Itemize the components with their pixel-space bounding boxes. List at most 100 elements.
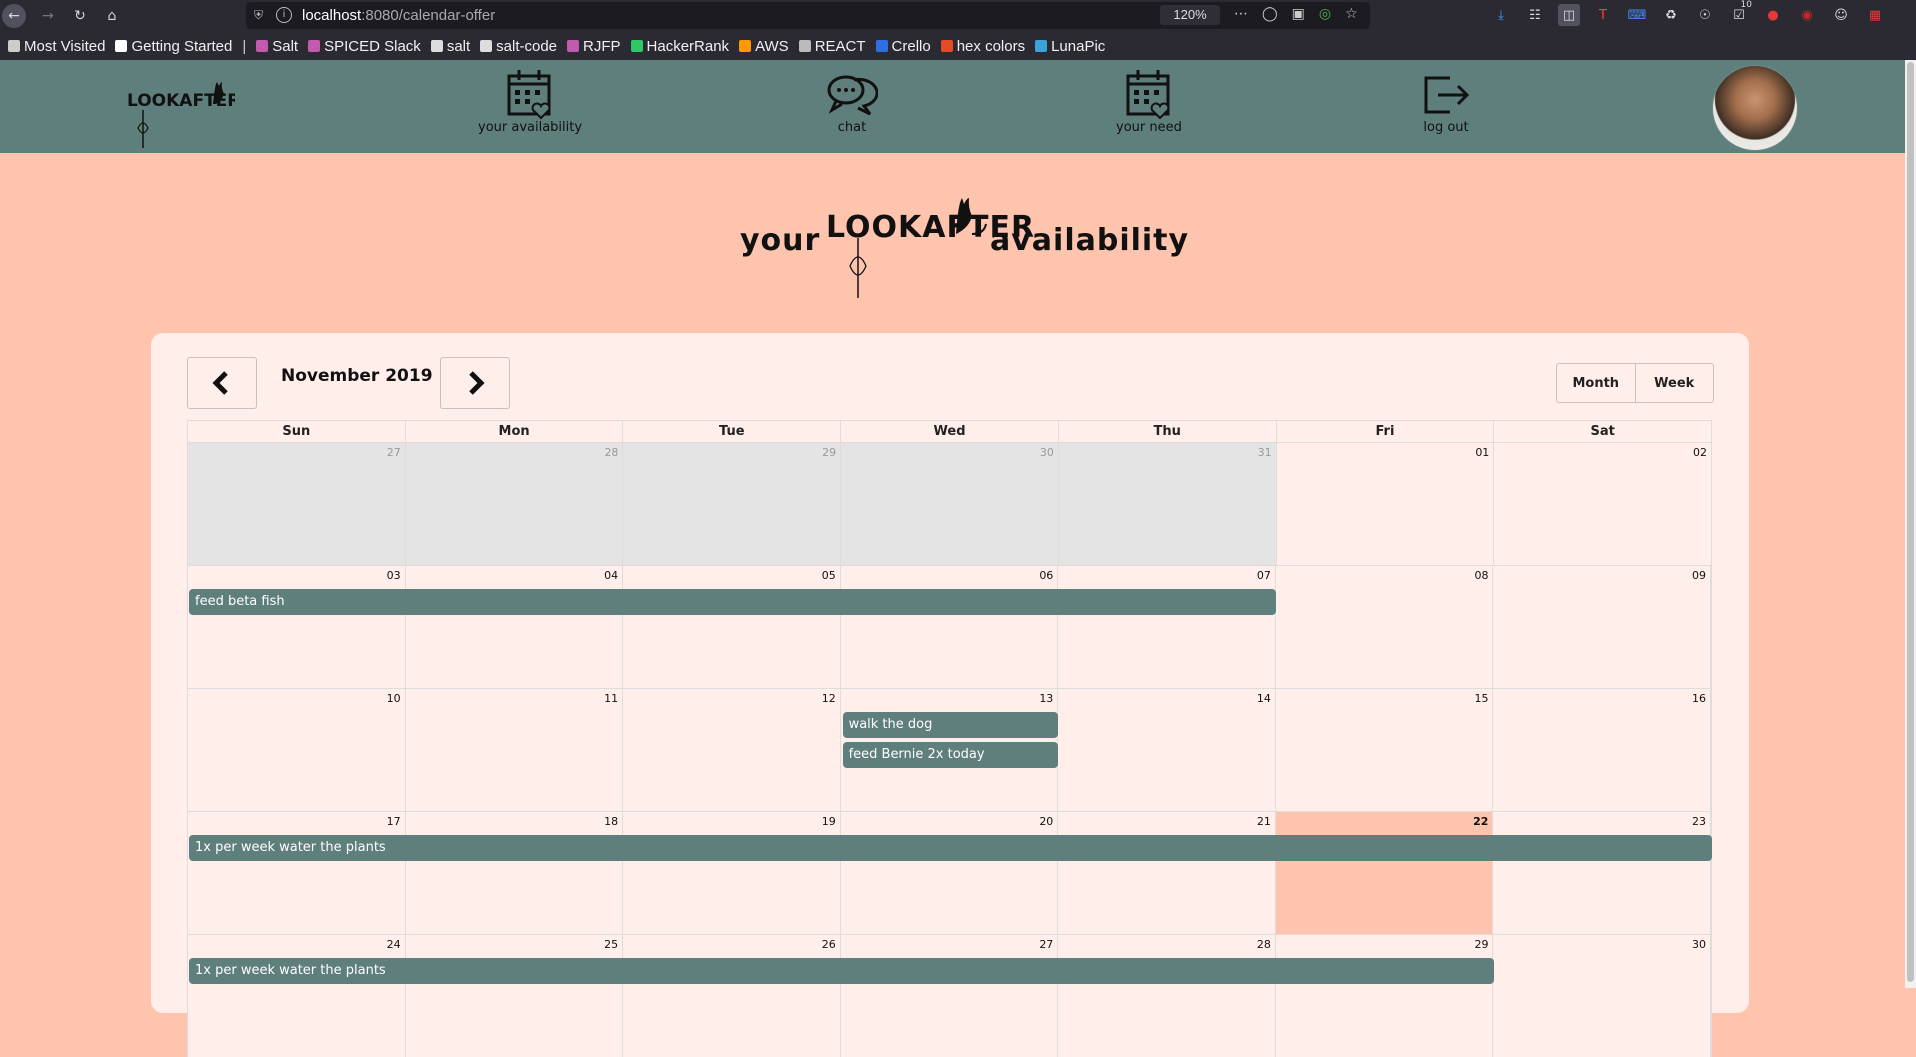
day-cell[interactable]: 03 (188, 566, 406, 688)
bookmark-item[interactable]: Crello (875, 38, 931, 55)
day-number[interactable]: 04 (604, 569, 618, 582)
forward-icon[interactable]: → (36, 4, 60, 28)
site-info-icon[interactable]: i (276, 7, 292, 23)
day-cell[interactable]: 30 (841, 443, 1059, 565)
day-number[interactable]: 02 (1693, 446, 1707, 459)
day-cell[interactable]: 28 (1058, 935, 1276, 1057)
day-cell[interactable]: 24 (188, 935, 406, 1057)
day-number[interactable]: 14 (1257, 692, 1271, 705)
reload-icon[interactable]: ↻ (68, 4, 92, 28)
bookmark-item[interactable]: Salt (256, 38, 298, 55)
sync-extension-icon[interactable]: ♻ (1660, 4, 1682, 26)
day-cell[interactable]: 25 (405, 935, 624, 1057)
month-view-button[interactable]: Month (1557, 364, 1635, 402)
translate-icon[interactable]: ⌨ (1626, 4, 1648, 26)
day-number[interactable]: 26 (822, 938, 836, 951)
home-icon[interactable]: ⌂ (100, 4, 124, 28)
day-number[interactable]: 11 (604, 692, 618, 705)
day-number[interactable]: 15 (1474, 692, 1488, 705)
scrollbar-thumb[interactable] (1907, 62, 1914, 982)
calendar-event[interactable]: walk the dog (842, 712, 1059, 738)
day-cell[interactable]: 16 (1493, 689, 1712, 811)
pocket-icon[interactable]: ◯ (1262, 6, 1278, 22)
w-extension-icon[interactable]: ☉ (1694, 4, 1716, 26)
page-scrollbar[interactable] (1905, 60, 1916, 988)
day-cell[interactable]: 10 (188, 689, 406, 811)
day-cell[interactable]: 18 (405, 812, 624, 934)
day-cell[interactable]: 05 (623, 566, 841, 688)
url-text[interactable]: localhost:8080/calendar-offer (302, 7, 495, 24)
bookmark-item[interactable]: hex colors (940, 38, 1025, 55)
day-cell[interactable]: 29 (1275, 935, 1494, 1057)
nav-item[interactable]: your availability (478, 68, 582, 135)
day-cell[interactable]: 02 (1494, 443, 1712, 565)
day-number[interactable]: 09 (1692, 569, 1706, 582)
day-number[interactable]: 16 (1692, 692, 1706, 705)
account-icon[interactable]: ☺ (1830, 4, 1852, 26)
more-actions-icon[interactable]: ⋯ (1234, 6, 1248, 22)
day-cell[interactable]: 21 (1058, 812, 1276, 934)
day-cell[interactable]: 04 (405, 566, 624, 688)
day-cell[interactable]: 30 (1493, 935, 1712, 1057)
day-cell[interactable]: 08 (1275, 566, 1494, 688)
calendar-event[interactable]: 1x per week water the plants (189, 958, 1495, 984)
day-number[interactable]: 19 (822, 815, 836, 828)
text-extension-icon[interactable]: T (1592, 4, 1614, 26)
day-number[interactable]: 12 (822, 692, 836, 705)
day-number[interactable]: 29 (1474, 938, 1488, 951)
tomato-icon[interactable]: ● (1762, 4, 1784, 26)
day-number[interactable]: 27 (387, 446, 401, 459)
bookmark-item[interactable]: salt-code (480, 38, 557, 55)
day-cell[interactable]: 11 (405, 689, 624, 811)
day-cell[interactable]: 09 (1493, 566, 1712, 688)
day-number[interactable]: 28 (1257, 938, 1271, 951)
next-month-button[interactable] (440, 357, 510, 409)
day-number[interactable]: 01 (1475, 446, 1489, 459)
day-cell[interactable]: 14 (1058, 689, 1276, 811)
day-cell[interactable]: 19 (623, 812, 841, 934)
week-view-button[interactable]: Week (1634, 364, 1714, 402)
day-cell[interactable]: 20 (840, 812, 1059, 934)
bookmark-item[interactable]: RJFP (567, 38, 621, 55)
nav-item[interactable]: log out (1420, 68, 1472, 135)
day-number[interactable]: 07 (1257, 569, 1271, 582)
calendar-event[interactable]: 1x per week water the plants (189, 835, 1712, 861)
day-number[interactable]: 06 (1039, 569, 1053, 582)
prev-month-button[interactable] (187, 357, 257, 409)
day-number[interactable]: 24 (387, 938, 401, 951)
sidebar-icon[interactable]: ◫ (1558, 4, 1580, 26)
tracking-shield-icon[interactable]: ⛨ (254, 8, 263, 23)
day-cell[interactable]: 29 (623, 443, 842, 565)
day-cell[interactable]: 17 (188, 812, 406, 934)
day-cell[interactable]: 27 (188, 443, 406, 565)
bookmark-item[interactable]: Getting Started (115, 38, 232, 55)
day-cell[interactable]: 28 (405, 443, 624, 565)
day-cell[interactable]: 01 (1276, 443, 1495, 565)
user-avatar[interactable] (1712, 65, 1798, 151)
bookmark-item[interactable]: Most Visited (8, 38, 105, 55)
day-cell[interactable]: 27 (840, 935, 1059, 1057)
day-cell-today[interactable]: 22 (1275, 812, 1494, 934)
calendar-event[interactable]: feed beta fish (189, 589, 1277, 615)
ublock-icon[interactable]: ◉ (1796, 4, 1818, 26)
extension-ring-icon[interactable]: ◎ (1319, 6, 1331, 22)
day-number[interactable]: 29 (822, 446, 836, 459)
day-cell[interactable]: 23 (1493, 812, 1712, 934)
day-cell[interactable]: 31 (1058, 443, 1277, 565)
bookmark-item[interactable]: HackerRank (630, 38, 729, 55)
download-icon[interactable]: ⤓ (1490, 4, 1512, 26)
day-number[interactable]: 05 (822, 569, 836, 582)
library-icon[interactable]: ☷ (1524, 4, 1546, 26)
day-number[interactable]: 30 (1692, 938, 1706, 951)
lookafter-logo[interactable]: LOOKAFTER (125, 66, 235, 150)
day-number[interactable]: 27 (1039, 938, 1053, 951)
badge-extension-icon[interactable]: ☑ 10 (1728, 0, 1752, 26)
day-number[interactable]: 18 (604, 815, 618, 828)
day-number[interactable]: 23 (1692, 815, 1706, 828)
day-cell[interactable]: 06 (840, 566, 1059, 688)
day-number[interactable]: 08 (1474, 569, 1488, 582)
day-cell[interactable]: 15 (1275, 689, 1494, 811)
day-number[interactable]: 13 (1039, 692, 1053, 705)
day-number[interactable]: 30 (1040, 446, 1054, 459)
day-number[interactable]: 22 (1473, 815, 1488, 828)
